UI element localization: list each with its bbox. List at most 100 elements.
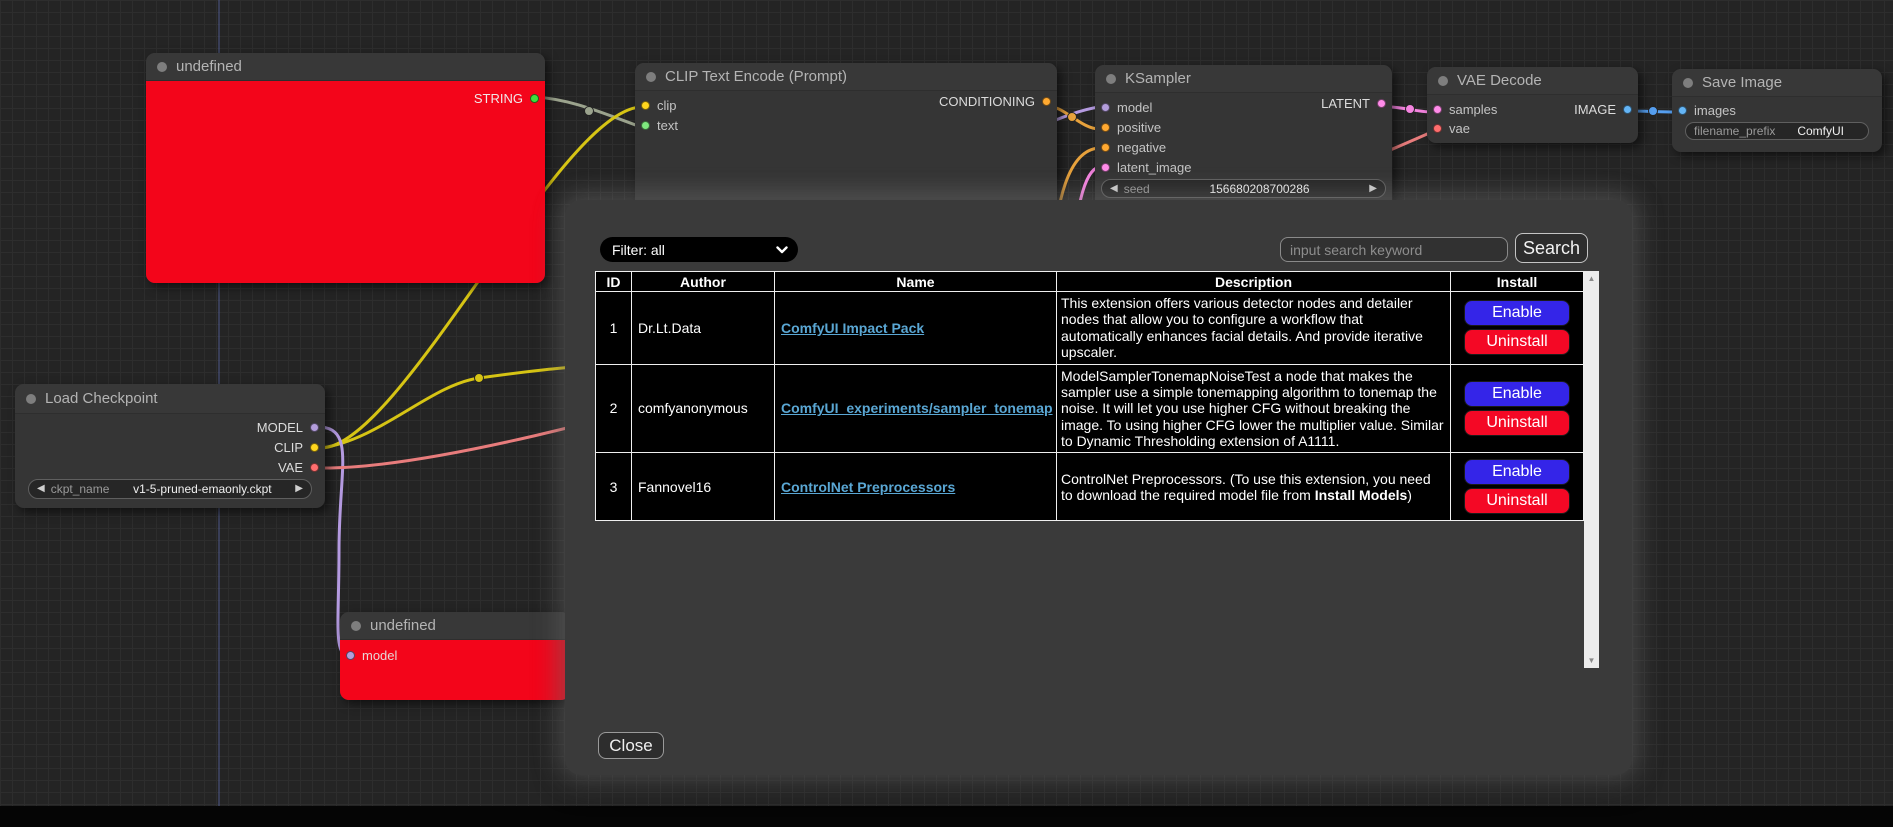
node-load-checkpoint[interactable]: Load Checkpoint MODEL CLIP VAE ◀ ckpt_na… xyxy=(15,384,325,508)
input-slot-clip[interactable] xyxy=(641,101,650,110)
input-slot-vae[interactable] xyxy=(1433,124,1442,133)
extension-link[interactable]: ControlNet Preprocessors xyxy=(781,479,955,495)
output-slot-string[interactable] xyxy=(530,94,539,103)
output-slot-model[interactable] xyxy=(310,423,319,432)
collapse-dot-icon[interactable] xyxy=(646,72,656,82)
input-label: clip xyxy=(657,98,677,113)
input-slot-text[interactable] xyxy=(641,121,650,130)
extension-link[interactable]: ComfyUI_experiments/sampler_tonemap xyxy=(781,400,1053,416)
decrement-arrow-icon[interactable]: ◀ xyxy=(1110,184,1118,194)
node-ksampler[interactable]: KSampler model positive negative latent_… xyxy=(1095,65,1392,206)
collapse-dot-icon[interactable] xyxy=(26,394,36,404)
cell-author: comfyanonymous xyxy=(632,364,775,453)
input-slot-model[interactable] xyxy=(1101,103,1110,112)
ckpt-name-widget[interactable]: ◀ ckpt_name v1-5-pruned-emaonly.ckpt ▶ xyxy=(28,479,312,499)
increment-arrow-icon[interactable]: ▶ xyxy=(1369,184,1377,194)
node-titlebar[interactable]: CLIP Text Encode (Prompt) xyxy=(635,63,1057,91)
input-label: model xyxy=(362,648,397,663)
cell-install: Enable Uninstall xyxy=(1451,453,1584,521)
seed-widget[interactable]: ◀ seed 156680208700286 ▶ xyxy=(1101,179,1386,198)
node-title: undefined xyxy=(176,58,242,75)
collapse-dot-icon[interactable] xyxy=(1438,76,1448,86)
node-titlebar[interactable]: Load Checkpoint xyxy=(15,384,325,414)
input-slot-samples[interactable] xyxy=(1433,105,1442,114)
widget-value: v1-5-pruned-emaonly.ckpt xyxy=(115,482,289,496)
node-titlebar[interactable]: KSampler xyxy=(1095,65,1392,93)
column-header-id: ID xyxy=(596,272,632,292)
node-titlebar[interactable]: Save Image xyxy=(1672,69,1882,97)
uninstall-button[interactable]: Uninstall xyxy=(1464,410,1570,436)
extension-row: 3 Fannovel16 ControlNet Preprocessors Co… xyxy=(596,453,1584,521)
extension-row: 1 Dr.Lt.Data ComfyUI Impact Pack This ex… xyxy=(596,292,1584,365)
output-slot-image[interactable] xyxy=(1623,105,1632,114)
input-slot-positive[interactable] xyxy=(1101,123,1110,132)
comfyui-canvas[interactable]: undefined STRING CLIP Text Encode (Promp… xyxy=(0,0,1893,827)
table-scrollbar[interactable]: ▲ ▼ xyxy=(1584,271,1599,668)
filename-prefix-widget[interactable]: filename_prefix ComfyUI xyxy=(1685,122,1869,140)
search-input[interactable] xyxy=(1280,237,1508,262)
output-label: LATENT xyxy=(1321,96,1370,111)
column-header-install: Install xyxy=(1451,272,1584,292)
output-slot-latent[interactable] xyxy=(1377,99,1386,108)
output-label: IMAGE xyxy=(1574,102,1616,117)
widget-value: ComfyUI xyxy=(1781,124,1860,138)
input-label: negative xyxy=(1117,140,1166,155)
input-label: latent_image xyxy=(1117,160,1191,175)
node-titlebar[interactable]: undefined xyxy=(340,612,570,640)
output-label: CONDITIONING xyxy=(939,94,1035,109)
collapse-dot-icon[interactable] xyxy=(1683,78,1693,88)
next-arrow-icon[interactable]: ▶ xyxy=(295,484,303,494)
extension-row: 2 comfyanonymous ComfyUI_experiments/sam… xyxy=(596,364,1584,453)
node-titlebar[interactable]: VAE Decode xyxy=(1427,67,1638,95)
node-undefined-bottom[interactable]: undefined model xyxy=(340,612,570,700)
cell-install: Enable Uninstall xyxy=(1451,292,1584,365)
node-title: KSampler xyxy=(1125,70,1191,87)
uninstall-button[interactable]: Uninstall xyxy=(1464,329,1570,355)
output-label: CLIP xyxy=(274,440,303,455)
node-clip-text-encode[interactable]: CLIP Text Encode (Prompt) clip text COND… xyxy=(635,63,1057,203)
filter-select[interactable]: Filter: all xyxy=(600,237,798,262)
enable-button[interactable]: Enable xyxy=(1464,300,1570,326)
widget-label: seed xyxy=(1124,182,1150,196)
cell-id: 3 xyxy=(596,453,632,521)
output-label: MODEL xyxy=(257,420,303,435)
prev-arrow-icon[interactable]: ◀ xyxy=(37,484,45,494)
output-slot-clip[interactable] xyxy=(310,443,319,452)
cell-name: ComfyUI_experiments/sampler_tonemap xyxy=(775,364,1057,453)
column-header-author: Author xyxy=(632,272,775,292)
output-slot-conditioning[interactable] xyxy=(1042,97,1051,106)
scroll-down-icon[interactable]: ▼ xyxy=(1588,656,1596,665)
input-slot-latent-image[interactable] xyxy=(1101,163,1110,172)
enable-button[interactable]: Enable xyxy=(1464,459,1570,485)
widget-value: 156680208700286 xyxy=(1156,182,1364,196)
output-label: STRING xyxy=(474,91,523,106)
input-slot-images[interactable] xyxy=(1678,106,1687,115)
scroll-up-icon[interactable]: ▲ xyxy=(1588,274,1596,283)
input-slot-model[interactable] xyxy=(346,651,355,660)
node-vae-decode[interactable]: VAE Decode samples vae IMAGE xyxy=(1427,67,1638,143)
uninstall-button[interactable]: Uninstall xyxy=(1464,488,1570,514)
extension-link[interactable]: ComfyUI Impact Pack xyxy=(781,320,924,336)
output-slot-vae[interactable] xyxy=(310,463,319,472)
cell-name: ComfyUI Impact Pack xyxy=(775,292,1057,365)
collapse-dot-icon[interactable] xyxy=(157,62,167,72)
collapse-dot-icon[interactable] xyxy=(351,621,361,631)
chevron-down-icon xyxy=(776,246,788,254)
input-label: model xyxy=(1117,100,1152,115)
cell-description: ModelSamplerTonemapNoiseTest a node that… xyxy=(1057,364,1451,453)
collapse-dot-icon[interactable] xyxy=(1106,74,1116,84)
table-header-row: ID Author Name Description Install xyxy=(596,272,1584,292)
input-slot-negative[interactable] xyxy=(1101,143,1110,152)
node-title: CLIP Text Encode (Prompt) xyxy=(665,68,847,85)
node-title: VAE Decode xyxy=(1457,72,1542,89)
node-undefined-top[interactable]: undefined STRING xyxy=(146,53,545,283)
extension-table: ID Author Name Description Install 1 Dr.… xyxy=(595,271,1584,521)
enable-button[interactable]: Enable xyxy=(1464,381,1570,407)
node-title: Save Image xyxy=(1702,74,1782,91)
close-button[interactable]: Close xyxy=(598,732,664,759)
node-titlebar[interactable]: undefined xyxy=(146,53,545,81)
search-button[interactable]: Search xyxy=(1515,233,1588,263)
cell-id: 1 xyxy=(596,292,632,365)
node-save-image[interactable]: Save Image images filename_prefix ComfyU… xyxy=(1672,69,1882,152)
node-title: Load Checkpoint xyxy=(45,390,158,407)
